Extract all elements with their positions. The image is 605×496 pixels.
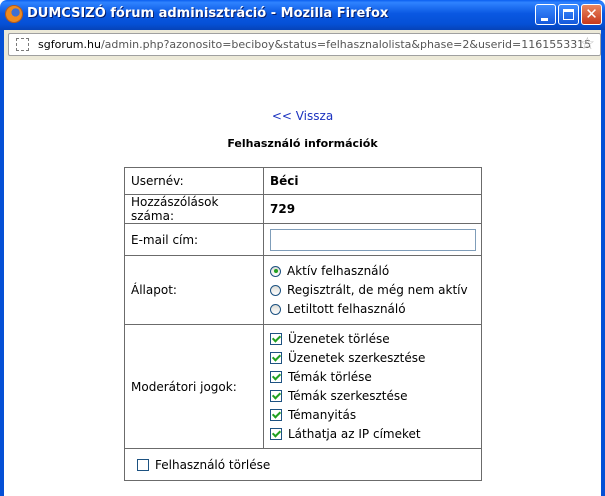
checkbox-see-ip[interactable] [270,428,282,440]
email-cell [263,223,482,256]
radio-registered[interactable] [270,284,281,296]
checkbox-delete-user[interactable] [137,458,149,471]
user-info-table: Usernév: Béci Hozzászólások száma: 729 E… [124,167,482,481]
url-domain: sgforum.hu [38,38,101,51]
right-label: Témák törlése [288,370,372,384]
table-row: Állapot: Aktív felhasználó Regisztrált, … [124,255,482,325]
close-icon: ✕ [585,5,598,23]
address-bar[interactable]: sgforum.hu/admin.php?azonosito=beciboy&s… [8,33,601,56]
right-label: Üzenetek szerkesztése [288,351,426,365]
bookmark-star-icon[interactable]: ☆ [580,35,595,53]
posts-value: 729 [263,194,482,224]
rights-options: Üzenetek törlése Üzenetek szerkesztése T… [263,324,482,449]
navigation-bar: sgforum.hu/admin.php?azonosito=beciboy&s… [0,30,605,60]
right-edit-messages[interactable]: Üzenetek szerkesztése [270,349,481,368]
right-label: Üzenetek törlése [288,332,390,346]
posts-label: Hozzászólások száma: [124,194,264,224]
maximize-button[interactable] [558,4,579,25]
delete-user-cell: Felhasználó törlése [124,448,482,481]
window-titlebar[interactable]: DUMCSIZÓ fórum adminisztráció - Mozilla … [0,0,605,30]
table-row: Felhasználó törlése [124,448,482,481]
table-row: Hozzászólások száma: 729 [124,194,482,224]
minimize-button[interactable] [535,4,556,25]
firefox-icon [6,6,22,22]
status-label: Állapot: [124,255,264,325]
delete-user-option[interactable]: Felhasználó törlése [137,455,481,474]
close-button[interactable]: ✕ [581,4,602,25]
checkbox-edit-messages[interactable] [270,352,282,364]
checkbox-edit-topics[interactable] [270,390,282,402]
right-open-topic[interactable]: Témanyitás [270,406,481,425]
right-label: Témák szerkesztése [288,389,408,403]
email-label: E-mail cím: [124,223,264,256]
rights-label: Moderátori jogok: [124,324,264,449]
delete-user-label: Felhasználó törlése [155,457,271,472]
status-option-active[interactable]: Aktív felhasználó [270,262,481,281]
maximize-icon [563,9,574,20]
minimize-icon [541,18,548,21]
table-row: Usernév: Béci [124,167,482,195]
back-link-text[interactable]: << Vissza [272,109,333,123]
window-title: DUMCSIZÓ fórum adminisztráció - Mozilla … [27,6,389,21]
right-label: Láthatja az IP címeket [288,427,421,441]
email-field[interactable] [270,228,476,251]
page-heading: Felhasználó információk [227,137,378,150]
back-link: << Vissza [0,109,605,123]
status-options: Aktív felhasználó Regisztrált, de még ne… [263,255,482,325]
status-option-label: Aktív felhasználó [287,264,390,278]
right-delete-topics[interactable]: Témák törlése [270,368,481,387]
url-text[interactable]: sgforum.hu/admin.php?azonosito=beciboy&s… [38,38,591,51]
username-label: Usernév: [124,167,264,195]
checkbox-delete-messages[interactable] [270,333,282,345]
checkbox-delete-topics[interactable] [270,371,282,383]
right-delete-messages[interactable]: Üzenetek törlése [270,330,481,349]
status-option-label: Letiltott felhasználó [287,302,406,316]
checkbox-open-topic[interactable] [270,409,282,421]
table-row: Moderátori jogok: Üzenetek törlése Üzene… [124,324,482,449]
right-see-ip[interactable]: Láthatja az IP címeket [270,425,481,444]
page-icon [16,38,29,51]
right-label: Témanyitás [288,408,357,422]
radio-banned[interactable] [270,303,281,315]
table-row: E-mail cím: [124,223,482,256]
status-option-banned[interactable]: Letiltott felhasználó [270,300,481,319]
status-option-registered[interactable]: Regisztrált, de még nem aktív [270,281,481,300]
right-edit-topics[interactable]: Témák szerkesztése [270,387,481,406]
username-value: Béci [263,167,482,195]
radio-active[interactable] [270,265,281,277]
status-option-label: Regisztrált, de még nem aktív [287,283,468,297]
url-path: /admin.php?azonosito=beciboy&status=felh… [100,38,592,51]
